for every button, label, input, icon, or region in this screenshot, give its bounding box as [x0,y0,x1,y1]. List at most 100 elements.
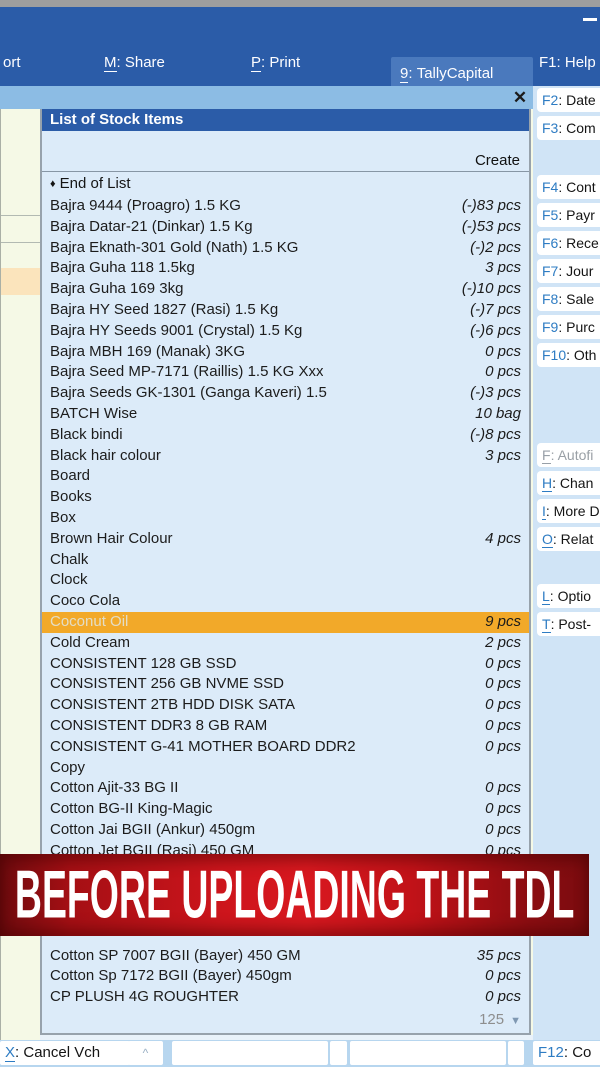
item-qty: 0 pcs [485,342,521,363]
item-name: Black hair colour [50,446,161,467]
button-label: : More D [546,503,600,519]
item-qty: (-)53 pcs [462,217,521,238]
list-item[interactable]: Cotton Sp 7172 BGII (Bayer) 450gm0 pcs [42,966,529,987]
item-name: Books [50,487,92,508]
sidebar-button-f3[interactable]: F3: Com [537,116,600,140]
list-item[interactable]: Cold Cream2 pcs [42,633,529,654]
item-name: BATCH Wise [50,404,137,425]
list-item[interactable]: CONSISTENT 2TB HDD DISK SATA0 pcs [42,695,529,716]
item-name: CONSISTENT DDR3 8 GB RAM [50,716,267,737]
close-icon[interactable]: ✕ [509,87,531,108]
list-item[interactable]: Bajra HY Seeds 9001 (Crystal) 1.5 Kg(-)6… [42,321,529,342]
sidebar-button-o[interactable]: O: Relat [537,527,600,551]
scroll-down-icon[interactable]: ▼ [510,1015,521,1027]
sidebar-button-f7[interactable]: F7: Jour [537,259,600,283]
share-label: Share [125,54,165,71]
list-item[interactable]: Clock [42,570,529,591]
toolbar-item-share[interactable]: M: Share [104,54,165,72]
button-label: : Payr [558,207,595,223]
list-item[interactable]: Cotton Jai BGII (Ankur) 450gm0 pcs [42,820,529,841]
create-button[interactable]: Create [475,152,520,169]
sidebar-button-h[interactable]: H: Chan [537,471,600,495]
item-name: Brown Hair Colour [50,529,173,550]
item-qty: 3 pcs [485,258,521,279]
key-label: F9 [542,319,558,335]
sidebar-button-f8[interactable]: F8: Sale [537,287,600,311]
empty-slot [350,1041,506,1065]
toolbar-item-print[interactable]: P: Print [251,54,300,72]
item-name: CONSISTENT 2TB HDD DISK SATA [50,695,295,716]
item-qty: 0 pcs [485,966,521,987]
list-item[interactable]: Bajra Datar-21 (Dinkar) 1.5 Kg(-)53 pcs [42,217,529,238]
item-name: Bajra Seed MP-7171 (Raillis) 1.5 KG Xxx [50,362,323,383]
configure-label: Co [572,1044,591,1061]
scroll-up-button[interactable]: ^ [128,1041,163,1065]
sidebar-button-f2[interactable]: F2: Date [537,88,600,112]
item-qty: 2 pcs [485,633,521,654]
cancel-key: X [5,1045,15,1062]
end-of-list-label: End of List [60,175,131,192]
tallycapital-key: 9 [400,66,408,83]
item-qty: (-)3 pcs [470,383,521,404]
configure-button[interactable]: F12: Co [533,1041,600,1065]
list-item[interactable]: Bajra MBH 169 (Manak) 3KG0 pcs [42,342,529,363]
help-key: F1 [539,54,557,71]
list-item[interactable]: Bajra Guha 118 1.5kg3 pcs [42,258,529,279]
minimize-icon[interactable] [583,18,597,21]
sidebar-button-f9[interactable]: F9: Purc [537,315,600,339]
list-item[interactable]: CONSISTENT 128 GB SSD0 pcs [42,654,529,675]
list-item[interactable]: Copy [42,758,529,779]
list-item[interactable]: Bajra 9444 (Proagro) 1.5 KG(-)83 pcs [42,196,529,217]
divider [1,242,41,243]
key-label: F6 [542,235,558,251]
list-item[interactable]: Coco Cola [42,591,529,612]
list-item[interactable]: Board [42,466,529,487]
sidebar-button-f5[interactable]: F5: Payr [537,203,600,227]
divider [42,171,529,172]
sidebar-button-f10[interactable]: F10: Oth [537,343,600,367]
end-of-list-item[interactable]: ♦End of List [50,175,131,192]
item-name: Bajra Eknath-301 Gold (Nath) 1.5 KG [50,238,298,259]
sidebar-button-t[interactable]: T: Post- [537,612,600,636]
item-name: Coco Cola [50,591,120,612]
list-item[interactable]: CONSISTENT DDR3 8 GB RAM 0 pcs [42,716,529,737]
sidebar-button-i[interactable]: I: More D [537,499,600,523]
list-item[interactable]: CONSISTENT G-41 MOTHER BOARD DDR20 pcs [42,737,529,758]
toolbar-item-help[interactable]: F1: Help [539,54,596,71]
item-name: Clock [50,570,88,591]
item-name: Bajra HY Seed 1827 (Rasi) 1.5 Kg [50,300,278,321]
list-item[interactable]: Cotton BG-II King-Magic0 pcs [42,799,529,820]
item-name: Bajra Guha 169 3kg [50,279,183,300]
list-item[interactable]: BATCH Wise10 bag [42,404,529,425]
button-label: : Relat [553,531,593,547]
toolbar-item-export-partial[interactable]: ort [3,54,21,71]
list-item[interactable]: Black bindi(-)8 pcs [42,425,529,446]
list-item[interactable]: Cotton SP 7007 BGII (Bayer) 450 GM35 pcs [42,946,529,967]
sidebar-button-f4[interactable]: F4: Cont [537,175,600,199]
list-item[interactable]: CP PLUSH 4G ROUGHTER0 pcs [42,987,529,1008]
list-item[interactable]: Bajra Seeds GK-1301 (Ganga Kaveri) 1.5(-… [42,383,529,404]
button-label: : Chan [552,475,593,491]
list-item[interactable]: Cotton Ajit-33 BG II0 pcs [42,778,529,799]
sidebar-button-f6[interactable]: F6: Rece [537,231,600,255]
item-name: Copy [50,758,85,779]
list-item[interactable]: Bajra Guha 169 3kg(-)10 pcs [42,279,529,300]
list-item[interactable]: Box [42,508,529,529]
list-item[interactable]: Chalk [42,550,529,571]
list-item[interactable]: CONSISTENT 256 GB NVME SSD0 pcs [42,674,529,695]
list-item[interactable]: Coconut Oil9 pcs [42,612,529,633]
list-item[interactable]: Bajra Eknath-301 Gold (Nath) 1.5 KG (-)2 … [42,238,529,259]
list-item[interactable]: Bajra HY Seed 1827 (Rasi) 1.5 Kg(-)7 pcs [42,300,529,321]
list-item[interactable]: Brown Hair Colour4 pcs [42,529,529,550]
list-item[interactable]: Books [42,487,529,508]
list-item[interactable]: Bajra Seed MP-7171 (Raillis) 1.5 KG Xxx0… [42,362,529,383]
item-qty: 0 pcs [485,820,521,841]
button-label: : Jour [558,263,593,279]
cancel-voucher-button[interactable]: X: Cancel Vch [0,1041,130,1065]
empty-slot [330,1041,347,1065]
item-qty: (-)2 pcs [470,238,521,259]
sidebar-button-l[interactable]: L: Optio [537,584,600,608]
item-qty: 0 pcs [485,716,521,737]
list-item[interactable]: Black hair colour3 pcs [42,446,529,467]
sidebar-button-f[interactable]: F: Autofi [537,443,600,467]
